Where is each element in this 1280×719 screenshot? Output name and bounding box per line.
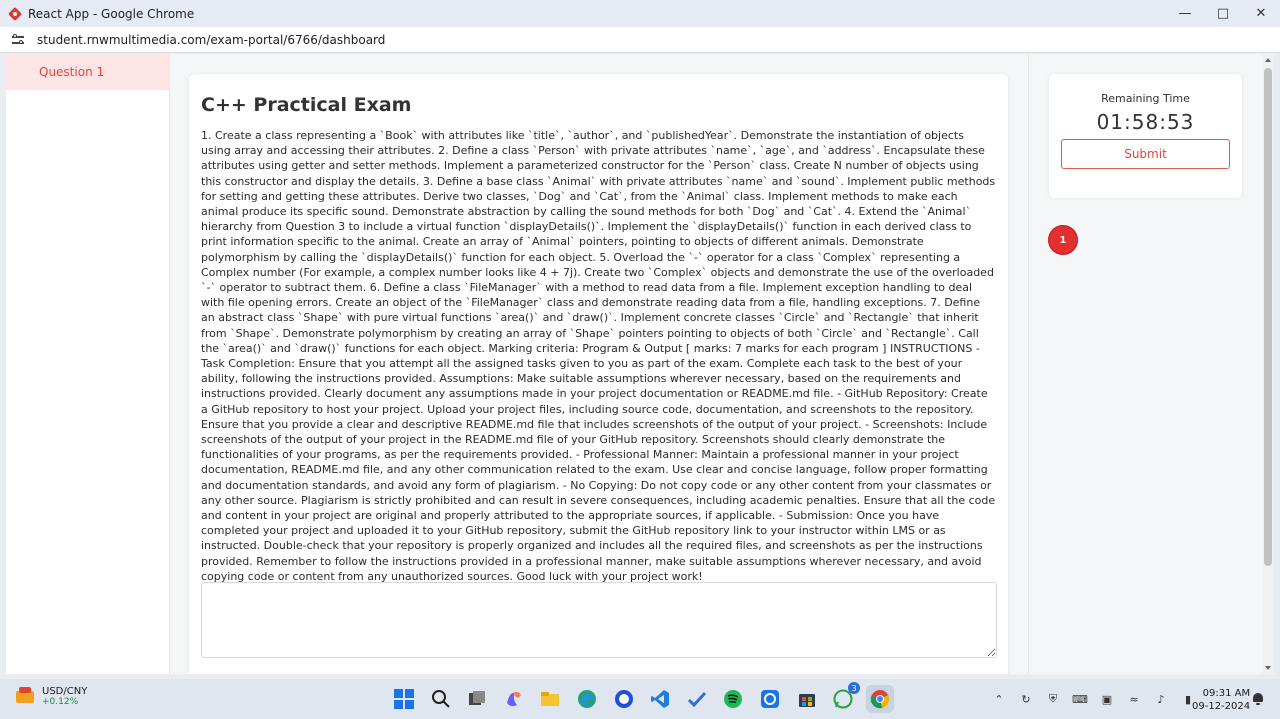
task-view-icon[interactable] (463, 685, 491, 713)
file-explorer-icon[interactable] (536, 685, 564, 713)
remaining-time-label: Remaining Time (1101, 92, 1190, 105)
url-text[interactable]: student.rnwmultimedia.com/exam-portal/67… (37, 33, 385, 47)
scroll-down-icon[interactable] (1265, 666, 1271, 670)
sync-icon[interactable]: ↻ (1017, 691, 1035, 707)
widget-icon (14, 685, 36, 707)
currency-widget[interactable]: USD/CNY +0.12% (14, 685, 87, 707)
minimize-icon[interactable]: — (1166, 0, 1204, 27)
copilot-icon[interactable] (500, 685, 528, 713)
site-settings-icon[interactable] (12, 33, 26, 46)
notification-bell-icon[interactable] (1252, 692, 1264, 706)
question-text: 1. Create a class representing a `Book` … (201, 129, 996, 583)
signal-app-icon[interactable] (610, 685, 638, 713)
clock-date: 09-12-2024 (1192, 701, 1251, 712)
page-viewport: Question 1 C++ Practical Exam 1. Create … (6, 54, 1274, 674)
camera-app-icon[interactable] (756, 685, 784, 713)
security-shield-icon[interactable]: ⛨ (1044, 691, 1062, 707)
windows-start-icon[interactable] (390, 685, 418, 713)
question-nav-bubble-1[interactable]: 1 (1049, 226, 1077, 254)
display-icon[interactable]: ▣ (1098, 691, 1116, 707)
whatsapp-icon[interactable]: 3 (829, 682, 861, 713)
search-icon[interactable] (427, 685, 455, 713)
exam-title: C++ Practical Exam (201, 94, 412, 116)
clock-time: 09:31 AM (1202, 688, 1251, 699)
answer-textarea[interactable] (201, 582, 997, 658)
taskbar-apps: 3 (390, 682, 902, 713)
page-scrollbar[interactable] (1262, 54, 1274, 674)
widget-change: +0.12% (42, 696, 79, 707)
widget-title: USD/CNY (42, 685, 88, 697)
remaining-time-value: 01:58:53 (1096, 110, 1195, 134)
taskbar-clock[interactable]: 09:31 AM 09-12-2024 (1192, 687, 1250, 713)
timer-card: Remaining Time 01:58:53 Submit (1049, 74, 1242, 198)
window-title: React App - Google Chrome (28, 6, 195, 21)
chevron-up-icon[interactable]: ⌃ (990, 691, 1008, 707)
sidebar-item-label: Question 1 (39, 65, 105, 79)
main-content: C++ Practical Exam 1. Create a class rep… (170, 54, 1028, 674)
address-bar: student.rnwmultimedia.com/exam-portal/67… (0, 27, 1280, 53)
wifi-icon[interactable]: ≈ (1125, 691, 1143, 707)
scrollbar-thumb[interactable] (1264, 68, 1272, 566)
sidebar-item-question-1[interactable]: Question 1 (6, 54, 170, 90)
system-tray: ⌃ ↻ ⛨ ⌨ ▣ ≈ ♪ ▮ (990, 691, 1206, 707)
spotify-icon[interactable] (719, 685, 747, 713)
submit-button[interactable]: Submit (1061, 139, 1230, 169)
volume-icon[interactable]: ♪ (1152, 691, 1170, 707)
whatsapp-badge: 3 (848, 682, 861, 694)
react-app-icon (8, 7, 22, 21)
browser-titlebar: React App - Google Chrome — □ ✕ (0, 0, 1280, 27)
window-controls: — □ ✕ (1166, 0, 1280, 27)
edge-icon[interactable] (573, 685, 601, 713)
question-sidebar: Question 1 (6, 54, 170, 674)
maximize-icon[interactable]: □ (1204, 0, 1242, 27)
chrome-icon[interactable] (865, 685, 894, 713)
windows-taskbar: USD/CNY +0.12% 3 ⌃ ↻ ⛨ ⌨ ▣ ≈ ♪ ▮ 09:31 A… (0, 679, 1280, 719)
store-icon[interactable] (793, 685, 821, 713)
todo-icon[interactable] (683, 685, 711, 713)
scroll-up-icon[interactable] (1265, 58, 1271, 62)
close-icon[interactable]: ✕ (1242, 0, 1280, 27)
question-card: C++ Practical Exam 1. Create a class rep… (189, 74, 1008, 674)
vscode-icon[interactable] (646, 685, 674, 713)
keyboard-icon[interactable]: ⌨ (1071, 691, 1089, 707)
right-panel: Remaining Time 01:58:53 Submit 1 (1028, 54, 1262, 674)
